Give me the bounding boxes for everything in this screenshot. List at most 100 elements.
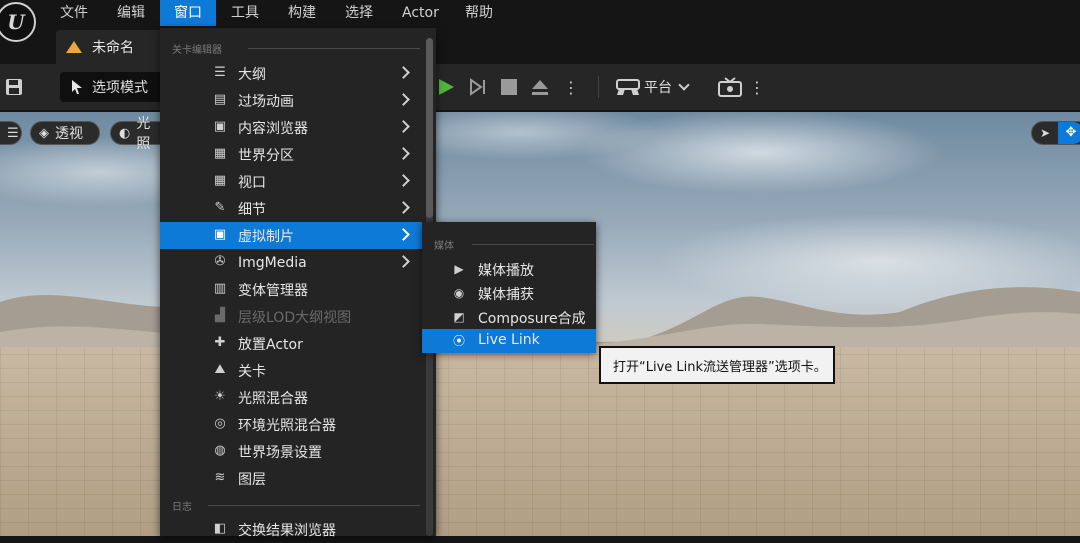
menu-build[interactable]: 构建 [280,0,324,26]
perspective-label: 透视 [55,126,83,142]
submenu-item-composure[interactable]: ◩ Composure合成 [422,305,596,329]
levels-icon: ⛰ [214,362,226,377]
eject-icon [532,80,548,95]
toolbar-divider [598,76,599,98]
menu-help[interactable]: 帮助 [457,0,501,26]
platforms-label: 平台 [644,80,672,96]
menu-file[interactable]: 文件 [52,0,96,26]
item-label: 图层 [238,471,266,488]
viewport-icon: ▦ [213,173,227,188]
outliner-icon: ☰ [214,65,226,80]
mode-label: 选项模式 [92,80,148,96]
perspective-button[interactable]: ◈ 透视 [30,121,100,145]
transform-tools[interactable]: ➤ ✥ [1031,121,1080,145]
layers-icon: ≋ [214,470,226,485]
mode-selector[interactable]: 选项模式 [60,72,170,102]
menu-edit[interactable]: 编辑 [109,0,153,26]
menu-item-content-browser[interactable]: ▣ 内容浏览器 [160,114,422,141]
film-reel-icon: ✇ [214,254,226,269]
menu-item-imgmedia[interactable]: ✇ ImgMedia [160,249,422,276]
sphere-icon: ◐ [119,125,131,141]
details-icon: ✎ [214,200,226,215]
item-label: 放置Actor [238,336,303,353]
menu-item-layers[interactable]: ≋ 图层 [160,465,422,492]
menu-item-virtual-production[interactable]: ▣ 虚拟制片 [160,222,422,249]
menu-item-viewport[interactable]: ▦ 视口 [160,168,422,195]
item-label: 环境光照混合器 [238,417,336,434]
item-label: 光照混合器 [238,390,308,407]
world-partition-icon: ▦ [213,146,227,161]
menu-item-variant-manager[interactable]: ▥ 变体管理器 [160,276,422,303]
item-label: 大纲 [238,66,266,83]
save-icon [6,79,22,95]
item-label: Live Link [478,332,540,348]
chevron-right-icon [397,174,410,187]
item-label: 变体管理器 [238,282,308,299]
menu-item-place-actors[interactable]: ✚ 放置Actor [160,330,422,357]
interchange-icon: ◧ [213,521,227,536]
media-player-icon: ▶ [454,262,464,276]
item-label: 层级LOD大纲视图 [238,309,352,326]
menu-item-world-settings[interactable]: ◍ 世界场景设置 [160,438,422,465]
section-label: 日志 [172,502,192,513]
play-button[interactable] [436,72,456,102]
cube-icon: ◈ [39,125,49,141]
menu-item-details[interactable]: ✎ 细节 [160,195,422,222]
menu-item-env-light-mixer[interactable]: ◎ 环境光照混合器 [160,411,422,438]
item-label: ImgMedia [238,254,307,271]
submenu-item-live-link[interactable]: ⦿ Live Link [422,329,596,353]
virtual-production-submenu: 媒体 ▶ 媒体播放 ◉ 媒体捕获 ◩ Composure合成 ⦿ Live Li… [422,222,596,353]
menu-item-cinematics[interactable]: ▤ 过场动画 [160,87,422,114]
select-mode-icon [72,80,82,94]
level-tab-title: 未命名 [92,40,134,56]
world-settings-icon: ◍ [214,443,226,458]
window-menu-dropdown: 关卡编辑器 ☰ 大纲 ▤ 过场动画 ▣ 内容浏览器 ▦ 世界分区 ▦ 视口 ✎ … [160,28,436,539]
scrollbar-thumb[interactable] [426,38,433,218]
menu-actor[interactable]: Actor [394,0,447,26]
level-tab[interactable]: 未命名 [56,30,164,64]
section-label: 媒体 [434,241,454,252]
section-divider [472,244,594,245]
section-divider [248,48,420,49]
chevron-right-icon [397,93,410,106]
chevron-right-icon [397,120,410,133]
submenu-item-media-player[interactable]: ▶ 媒体播放 [422,257,596,281]
section-divider [208,505,420,506]
save-button[interactable] [4,72,24,102]
content-browser-icon: ▣ [213,119,227,134]
chevron-right-icon [397,255,410,268]
menu-window[interactable]: 窗口 [160,0,216,26]
item-label: 交换结果浏览器 [238,522,336,539]
play-options-button[interactable]: ⋮ [563,72,579,102]
item-label: 关卡 [238,363,266,380]
section-header-media: 媒体 [434,237,594,252]
menu-item-world-partition[interactable]: ▦ 世界分区 [160,141,422,168]
menu-select[interactable]: 选择 [337,0,381,26]
step-button[interactable] [468,72,488,102]
composure-icon: ◩ [453,310,465,324]
unreal-logo-icon[interactable]: U [0,2,36,42]
section-label: 关卡编辑器 [172,45,222,56]
more-vertical-icon: ⋮ [749,77,765,97]
menu-item-interchange-browser[interactable]: ◧ 交换结果浏览器 [160,516,422,543]
lit-label: 光照 [136,116,151,152]
chevron-right-icon [397,201,410,214]
menu-item-light-mixer[interactable]: ☀ 光照混合器 [160,384,422,411]
light-mixer-icon: ☀ [214,389,226,404]
eject-button[interactable] [530,72,550,102]
item-label: 媒体播放 [478,263,534,279]
item-label: 媒体捕获 [478,287,534,303]
live-link-icon: ⦿ [452,334,465,348]
submenu-item-media-capture[interactable]: ◉ 媒体捕获 [422,281,596,305]
select-cursor-icon[interactable]: ➤ [1032,126,1058,140]
broadcast-button[interactable] [718,72,742,102]
chevron-right-icon [397,147,410,160]
menu-tools[interactable]: 工具 [223,0,267,26]
stop-button[interactable] [500,72,518,102]
move-tool-icon[interactable]: ✥ [1058,122,1080,144]
item-label: 细节 [238,201,266,218]
settings-more-button[interactable]: ⋮ [749,72,765,102]
menu-item-levels[interactable]: ⛰ 关卡 [160,357,422,384]
platforms-button[interactable]: 平台 [616,72,696,102]
menu-item-outliner[interactable]: ☰ 大纲 [160,60,422,87]
